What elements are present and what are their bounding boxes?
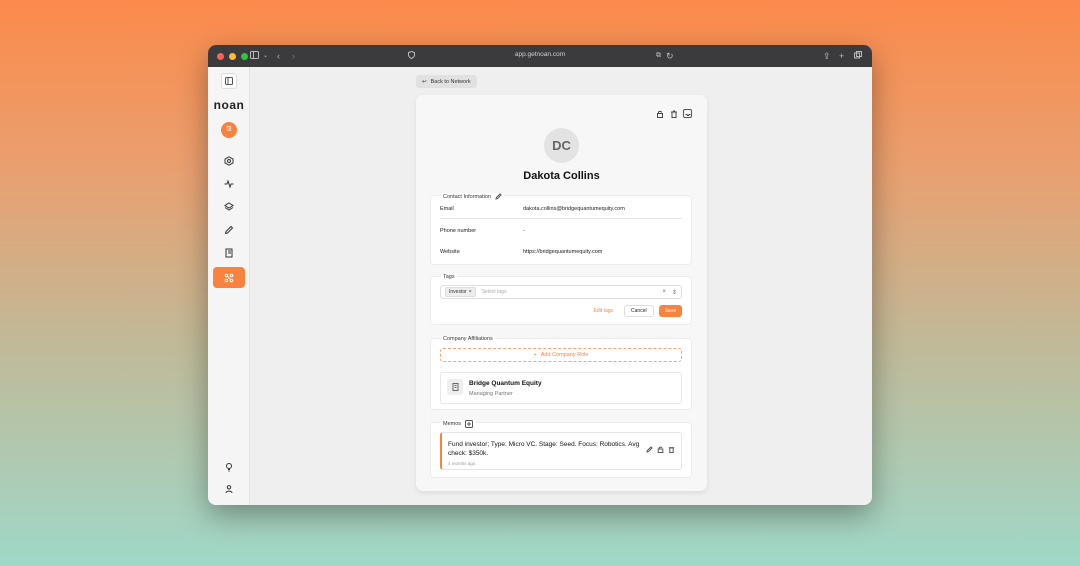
new-tab-icon[interactable]: + (839, 50, 844, 62)
sidebar-item-notebook[interactable] (221, 245, 237, 261)
building-icon (447, 379, 463, 395)
back-label: Back to Network (430, 78, 471, 85)
section-title: Contact Information (443, 193, 491, 200)
remove-tag-icon[interactable]: × (469, 289, 472, 295)
memo-text: Fund investor; Type: Micro VC. Stage: Se… (448, 441, 640, 457)
tag-chip-label: Investor (449, 289, 467, 295)
share-icon[interactable]: ⇪ (823, 50, 831, 62)
tags-actions: Edit tags Cancel Save (594, 305, 682, 317)
tags-placeholder: Select tags (481, 289, 507, 295)
website-label: Website (440, 248, 460, 255)
back-arrow-icon: ↩ (422, 78, 427, 85)
user-avatar[interactable]: ꖸ (221, 122, 237, 138)
edit-pencil-icon[interactable] (495, 193, 502, 200)
phone-row: Phone number - (440, 221, 682, 240)
edit-tags-link[interactable]: Edit tags (594, 308, 613, 314)
main-content: ↩ Back to Network DC Dakota Collins Cont… (250, 67, 872, 505)
add-company-role-button[interactable]: + Add Company Role (440, 348, 682, 362)
contact-information-section: Contact Information Email dakota.collins… (430, 193, 692, 265)
add-memo-icon[interactable] (465, 420, 474, 428)
network-icon (224, 273, 234, 282)
company-role: Managing Partner (469, 391, 513, 397)
sidebar-item-activity[interactable] (221, 176, 237, 192)
sidebar-item-network[interactable] (213, 267, 245, 288)
card-actions (655, 109, 692, 118)
save-button[interactable]: Save (658, 305, 682, 317)
browser-window: ⌄ ‹ › app.getnoan.com ⧉ ↻ ⇪ + noan ꖸ ↩ B… (208, 45, 872, 505)
app-logo: noan (213, 98, 245, 112)
browser-titlebar: ⌄ ‹ › app.getnoan.com ⧉ ↻ ⇪ + (208, 45, 872, 67)
company-affiliations-label: Company Affiliations (441, 336, 495, 342)
select-chevron-icon[interactable]: ⇕ (672, 289, 677, 296)
contact-avatar: DC (544, 128, 579, 163)
edit-memo-icon[interactable] (646, 446, 653, 453)
phone-label: Phone number (440, 227, 477, 234)
memo-timestamp: 4 months ago (448, 461, 476, 466)
company-affiliations-section: Company Affiliations + Add Company Role … (430, 336, 692, 410)
tags-section: Tags Investor × Select tags × ⇕ Edit tag… (430, 274, 692, 325)
lock-memo-icon[interactable] (657, 446, 664, 453)
add-company-role-label: Add Company Role (540, 352, 589, 358)
layers-icon (224, 202, 234, 211)
user-profile-icon[interactable] (221, 481, 237, 497)
contact-name: Dakota Collins (523, 170, 600, 182)
memo-actions (646, 446, 675, 453)
sidebar-collapse-icon[interactable] (221, 73, 237, 89)
address-bar[interactable]: app.getnoan.com (208, 51, 872, 58)
contact-card: DC Dakota Collins Contact Information Em… (416, 95, 707, 491)
email-row: Email dakota.collins@bridgequantumequity… (440, 200, 682, 219)
company-affiliation-item[interactable]: Bridge Quantum Equity Managing Partner (440, 372, 682, 404)
trash-icon[interactable] (669, 109, 678, 118)
translate-icon[interactable]: ⧉ (656, 50, 661, 62)
tag-chip: Investor × (445, 287, 476, 297)
website-row: Website https://bridgequantumequity.com (440, 242, 682, 261)
tags-label: Tags (441, 274, 457, 280)
lightbulb-icon[interactable] (221, 459, 237, 475)
back-to-network-button[interactable]: ↩ Back to Network (416, 75, 477, 88)
contact-information-label: Contact Information (441, 193, 504, 200)
archive-icon[interactable] (683, 109, 692, 118)
memo-item[interactable]: Fund investor; Type: Micro VC. Stage: Se… (440, 432, 682, 470)
email-label: Email (440, 206, 454, 212)
pencil-icon (224, 225, 234, 235)
memos-title: Memos (443, 421, 462, 427)
sidebar-item-layers[interactable] (221, 199, 237, 215)
plus-icon: + (533, 352, 537, 358)
cancel-button[interactable]: Cancel (624, 305, 654, 317)
memos-section: Memos Fund investor; Type: Micro VC. Sta… (430, 420, 692, 478)
memos-label: Memos (441, 420, 476, 428)
website-value[interactable]: https://bridgequantumequity.com (523, 249, 602, 255)
reload-icon[interactable]: ↻ (666, 50, 674, 62)
phone-value: - (523, 227, 525, 234)
notebook-icon (225, 248, 233, 258)
sidebar-item-edit[interactable] (221, 222, 237, 238)
sidebar-item-settings[interactable] (221, 153, 237, 169)
delete-memo-icon[interactable] (668, 446, 675, 453)
clear-icon[interactable]: × (662, 289, 666, 296)
lock-icon[interactable] (655, 109, 664, 118)
tab-overview-icon[interactable] (854, 50, 862, 62)
email-value[interactable]: dakota.collins@bridgequantumequity.com (523, 206, 625, 212)
hexagon-icon (224, 156, 234, 166)
tags-select[interactable]: Investor × Select tags × ⇕ (440, 285, 682, 299)
company-name: Bridge Quantum Equity (469, 380, 542, 387)
activity-icon (224, 179, 234, 189)
app-sidebar: noan ꖸ (208, 67, 250, 505)
